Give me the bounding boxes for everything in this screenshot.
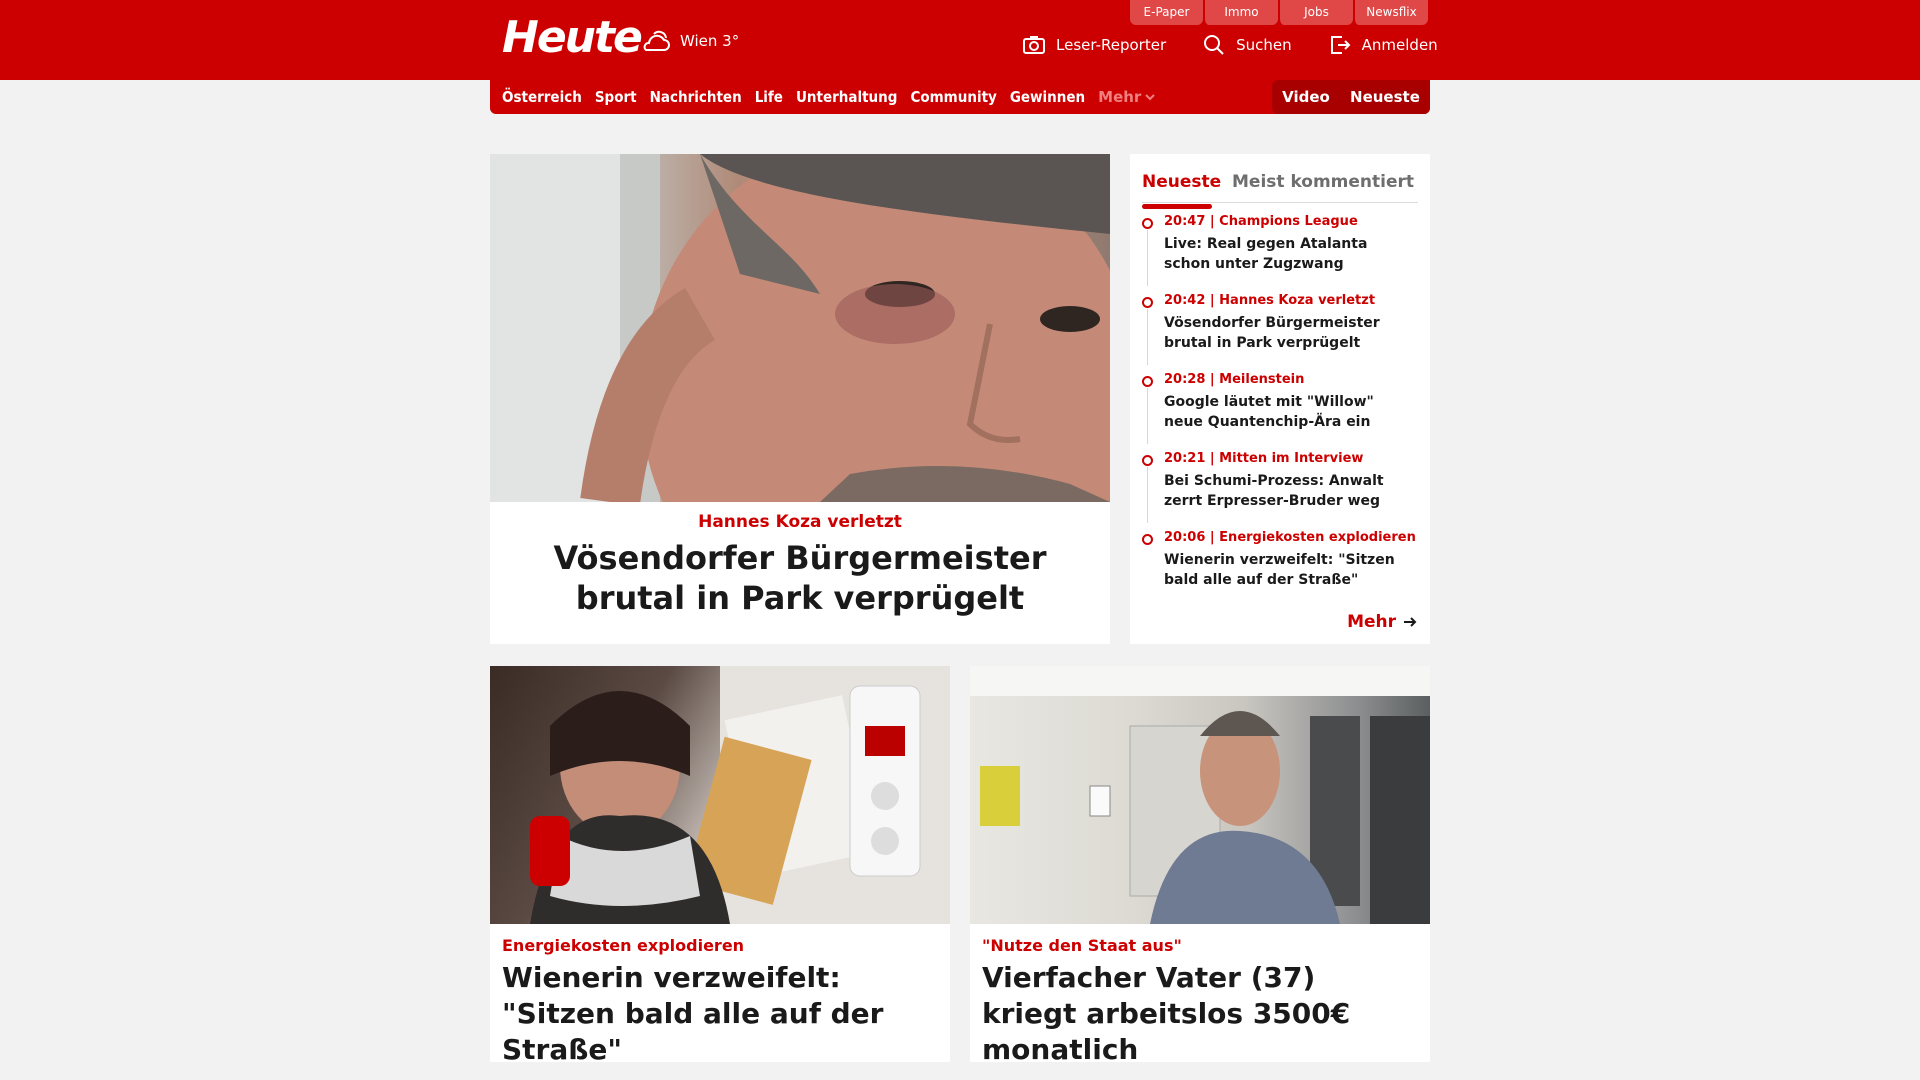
util-link-epaper[interactable]: E-Paper <box>1130 0 1203 25</box>
article-card-kicker: Energiekosten explodieren <box>502 936 745 955</box>
article-card-title[interactable]: Vierfacher Vater (37) kriegt arbeitslos … <box>982 960 1402 1068</box>
camera-icon <box>1023 36 1045 54</box>
util-link-newsflix[interactable]: Newsflix <box>1353 0 1428 25</box>
timeline-line <box>1147 388 1148 444</box>
ticker-meta: 20:47 | Champions League <box>1164 214 1358 229</box>
ticker-item[interactable]: 20:42 | Hannes Koza verletzt Vösendorfer… <box>1142 293 1422 372</box>
sidebar-more-link[interactable]: Mehr <box>1347 612 1418 632</box>
article-card[interactable]: Energiekosten explodieren Wienerin verzw… <box>490 666 950 1066</box>
leser-reporter-label: Leser-Reporter <box>1056 36 1167 54</box>
hero-title[interactable]: Vösendorfer Bürgermeister brutal in Park… <box>510 538 1090 618</box>
main-nav: Österreich Sport Nachrichten Life Unterh… <box>490 80 1430 114</box>
nav-item-community[interactable]: Community <box>910 88 996 106</box>
nav-item-unterhaltung[interactable]: Unterhaltung <box>796 88 898 106</box>
weather-widget[interactable]: Wien 3° <box>638 26 739 56</box>
nav-right: Video Neueste <box>1272 80 1430 114</box>
sidebar-tabs: Neueste Meist kommentiert <box>1142 164 1418 209</box>
card-photo-illustration <box>530 666 950 924</box>
timeline-line <box>1147 467 1148 523</box>
util-link-jobs[interactable]: Jobs <box>1278 0 1353 25</box>
nav-item-oesterreich[interactable]: Österreich <box>502 88 582 106</box>
login-button[interactable]: Anmelden <box>1328 33 1438 57</box>
ticker-headline[interactable]: Google läutet mit "Willow" neue Quantenc… <box>1164 392 1414 432</box>
news-ticker-sidebar: Neueste Meist kommentiert 20:47 | Champi… <box>1130 154 1430 644</box>
article-card-image[interactable] <box>490 666 950 924</box>
hero-article[interactable]: Hannes Koza verletzt Vösendorfer Bürgerm… <box>490 154 1110 644</box>
article-card[interactable]: "Nutze den Staat aus" Vierfacher Vater (… <box>970 666 1430 1066</box>
ticker-meta: 20:21 | Mitten im Interview <box>1164 451 1364 466</box>
chevron-down-icon <box>1145 94 1156 101</box>
article-card-title[interactable]: Wienerin verzweifelt: "Sitzen bald alle … <box>502 960 922 1068</box>
login-icon <box>1330 36 1351 54</box>
ticker-item[interactable]: 20:06 | Energiekosten explodieren Wiener… <box>1142 530 1422 609</box>
hero-image[interactable] <box>490 154 1110 502</box>
nav-neueste[interactable]: Neueste <box>1350 88 1420 106</box>
nav-video[interactable]: Video <box>1282 88 1330 106</box>
nav-item-gewinnen[interactable]: Gewinnen <box>1010 88 1085 106</box>
nav-more-label: Mehr <box>1098 88 1142 106</box>
sidebar-more-label: Mehr <box>1347 612 1396 632</box>
nav-more-dropdown[interactable]: Mehr <box>1098 88 1156 106</box>
ticker-headline[interactable]: Wienerin verzweifelt: "Sitzen bald alle … <box>1164 550 1414 590</box>
timeline-dot-icon <box>1142 455 1153 466</box>
top-header <box>0 0 1920 80</box>
timeline-line <box>1147 230 1148 286</box>
nav-item-nachrichten[interactable]: Nachrichten <box>650 88 742 106</box>
nav-left: Österreich Sport Nachrichten Life Unterh… <box>502 80 1156 114</box>
nav-item-sport[interactable]: Sport <box>595 88 637 106</box>
tab-meist-kommentiert[interactable]: Meist kommentiert <box>1232 172 1414 192</box>
search-button[interactable]: Suchen <box>1202 33 1292 57</box>
ticker-item[interactable]: 20:21 | Mitten im Interview Bei Schumi-P… <box>1142 451 1422 530</box>
hero-photo-illustration <box>490 154 1110 502</box>
ticker-item[interactable]: 20:28 | Meilenstein Google läutet mit "W… <box>1142 372 1422 451</box>
ticker-item[interactable]: 20:47 | Champions League Live: Real gege… <box>1142 214 1422 293</box>
ticker-meta: 20:28 | Meilenstein <box>1164 372 1305 387</box>
timeline-dot-icon <box>1142 297 1153 308</box>
timeline-line <box>1147 309 1148 365</box>
weather-text: Wien 3° <box>680 32 740 50</box>
nav-item-life[interactable]: Life <box>755 88 783 106</box>
ticker-meta: 20:42 | Hannes Koza verletzt <box>1164 293 1376 308</box>
tab-neueste[interactable]: Neueste <box>1142 172 1221 209</box>
util-link-immo[interactable]: Immo <box>1203 0 1278 25</box>
search-icon <box>1204 35 1224 55</box>
login-label: Anmelden <box>1361 36 1438 54</box>
utility-links: E-Paper Immo Jobs Newsflix <box>1130 0 1428 25</box>
search-label: Suchen <box>1236 36 1292 54</box>
weather-cloud-sun-icon <box>643 30 670 51</box>
timeline-dot-icon <box>1142 376 1153 387</box>
hero-kicker: Hannes Koza verletzt <box>698 512 902 532</box>
leser-reporter-button[interactable]: Leser-Reporter <box>1022 33 1166 57</box>
arrow-right-icon <box>1404 617 1417 627</box>
ticker-headline[interactable]: Live: Real gegen Atalanta schon unter Zu… <box>1164 234 1414 274</box>
article-card-image[interactable] <box>970 666 1430 924</box>
timeline-dot-icon <box>1142 218 1153 229</box>
ticker-headline[interactable]: Bei Schumi-Prozess: Anwalt zerrt Erpress… <box>1164 471 1414 511</box>
card-photo-illustration <box>970 666 1430 924</box>
timeline-dot-icon <box>1142 534 1153 545</box>
site-logo[interactable]: Heute <box>502 12 643 63</box>
ticker-meta: 20:06 | Energiekosten explodieren <box>1164 530 1416 545</box>
ticker-list: 20:47 | Champions League Live: Real gege… <box>1142 214 1422 609</box>
article-card-kicker: "Nutze den Staat aus" <box>982 936 1182 955</box>
header-actions: Leser-Reporter Suchen Anmelden <box>1022 33 1438 57</box>
ticker-headline[interactable]: Vösendorfer Bürgermeister brutal in Park… <box>1164 313 1414 353</box>
